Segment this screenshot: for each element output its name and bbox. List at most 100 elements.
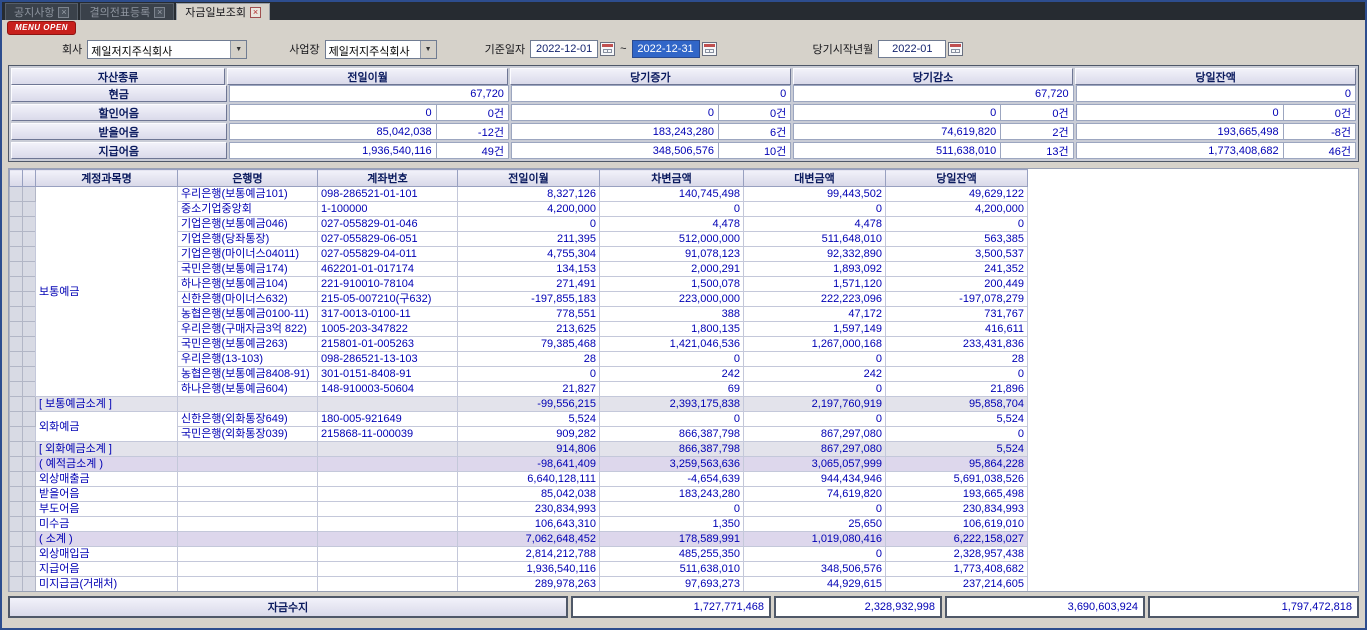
cell-bal[interactable]: 1,773,408,682	[886, 562, 1028, 577]
row-indicator[interactable]	[23, 532, 36, 547]
cell-credit[interactable]: 242	[744, 367, 886, 382]
cell-bank[interactable]: 기업은행(마이너스04011)	[178, 247, 318, 262]
cell-prev[interactable]: 6,640,128,111	[458, 472, 600, 487]
cell-debit[interactable]: 242	[600, 367, 744, 382]
tab-voucher-entry[interactable]: 결의전표등록 ×	[80, 3, 174, 20]
cell-debit[interactable]: 4,478	[600, 217, 744, 232]
cell-account[interactable]: 지급어음	[36, 562, 178, 577]
row-indicator[interactable]	[23, 247, 36, 262]
cell-acct[interactable]: 1005-203-347822	[318, 322, 458, 337]
chevron-down-icon[interactable]: ▼	[420, 41, 436, 58]
row-indicator[interactable]	[10, 247, 23, 262]
cell-debit[interactable]: 866,387,798	[600, 427, 744, 442]
cell-debit[interactable]: 140,745,498	[600, 187, 744, 202]
cell-credit[interactable]: 867,297,080	[744, 442, 886, 457]
cell-prev[interactable]: 909,282	[458, 427, 600, 442]
cell-acct[interactable]: 027-055829-06-051	[318, 232, 458, 247]
row-indicator[interactable]	[23, 262, 36, 277]
cell-acct[interactable]: 221-910010-78104	[318, 277, 458, 292]
cell-acct[interactable]: 027-055829-04-011	[318, 247, 458, 262]
cell-credit[interactable]: 47,172	[744, 307, 886, 322]
cell-prev[interactable]: -99,556,215	[458, 397, 600, 412]
cell-debit[interactable]: 223,000,000	[600, 292, 744, 307]
cell-prev[interactable]: 106,643,310	[458, 517, 600, 532]
cell-credit[interactable]: 1,019,080,416	[744, 532, 886, 547]
cell-acct[interactable]	[318, 517, 458, 532]
row-indicator[interactable]	[23, 307, 36, 322]
cell-account[interactable]: 외상매출금	[36, 472, 178, 487]
cell-debit[interactable]: 3,259,563,636	[600, 457, 744, 472]
chevron-down-icon[interactable]: ▼	[230, 41, 246, 58]
row-indicator[interactable]	[10, 547, 23, 562]
row-indicator[interactable]	[10, 337, 23, 352]
cell-bal[interactable]: 0	[886, 367, 1028, 382]
cell-credit[interactable]: 3,065,057,999	[744, 457, 886, 472]
cell-bank[interactable]: 신한은행(외화통장649)	[178, 412, 318, 427]
cell-bal[interactable]: 6,222,158,027	[886, 532, 1028, 547]
cell-acct[interactable]: 027-055829-01-046	[318, 217, 458, 232]
cell-bal[interactable]: 0	[886, 427, 1028, 442]
cell-acct[interactable]	[318, 397, 458, 412]
row-indicator[interactable]	[10, 322, 23, 337]
cell-bank[interactable]: 우리은행(보통예금101)	[178, 187, 318, 202]
cell-bal[interactable]: 5,691,038,526	[886, 472, 1028, 487]
cell-bal[interactable]: 28	[886, 352, 1028, 367]
close-icon[interactable]: ×	[58, 7, 69, 18]
cell-bank[interactable]	[178, 442, 318, 457]
cell-bank[interactable]	[178, 487, 318, 502]
row-indicator[interactable]	[10, 307, 23, 322]
cell-prev[interactable]: 85,042,038	[458, 487, 600, 502]
cell-bank[interactable]: 국민은행(보통예금263)	[178, 337, 318, 352]
cell-credit[interactable]: 0	[744, 352, 886, 367]
cell-acct[interactable]	[318, 577, 458, 592]
row-indicator[interactable]	[23, 427, 36, 442]
cell-bal[interactable]: 21,896	[886, 382, 1028, 397]
cell-bank[interactable]: 농협은행(보통예금0100-11)	[178, 307, 318, 322]
row-indicator[interactable]	[23, 517, 36, 532]
cell-prev[interactable]: 271,491	[458, 277, 600, 292]
start-month-input[interactable]: 2022-01	[878, 40, 946, 58]
cell-debit[interactable]: 1,421,046,536	[600, 337, 744, 352]
row-indicator[interactable]	[23, 367, 36, 382]
row-indicator[interactable]	[23, 277, 36, 292]
cell-account[interactable]: 부도어음	[36, 502, 178, 517]
calendar-icon[interactable]	[600, 42, 615, 56]
row-indicator[interactable]	[23, 412, 36, 427]
row-indicator[interactable]	[23, 292, 36, 307]
cell-bank[interactable]	[178, 457, 318, 472]
cell-debit[interactable]: 0	[600, 502, 744, 517]
cell-debit[interactable]: 2,000,291	[600, 262, 744, 277]
cell-account[interactable]: 미지급금(거래처)	[36, 577, 178, 592]
row-indicator[interactable]	[10, 427, 23, 442]
row-indicator[interactable]	[23, 202, 36, 217]
cell-debit[interactable]: -4,654,639	[600, 472, 744, 487]
cell-acct[interactable]: 180-005-921649	[318, 412, 458, 427]
row-indicator[interactable]	[10, 577, 23, 592]
cell-acct[interactable]: 148-910003-50604	[318, 382, 458, 397]
cell-prev[interactable]: 211,395	[458, 232, 600, 247]
cell-account[interactable]: 미수금	[36, 517, 178, 532]
site-select[interactable]: 제일저지주식회사 ▼	[325, 40, 437, 59]
cell-acct[interactable]: 462201-01-017174	[318, 262, 458, 277]
cell-account[interactable]: 보통예금	[36, 187, 178, 397]
cell-acct[interactable]: 215801-01-005263	[318, 337, 458, 352]
cell-bal[interactable]: 200,449	[886, 277, 1028, 292]
row-indicator[interactable]	[10, 367, 23, 382]
cell-credit[interactable]: 0	[744, 412, 886, 427]
cell-account[interactable]: 받을어음	[36, 487, 178, 502]
calendar-icon[interactable]	[948, 42, 963, 56]
cell-credit[interactable]: 1,893,092	[744, 262, 886, 277]
cell-prev[interactable]: 79,385,468	[458, 337, 600, 352]
cell-bal[interactable]: 49,629,122	[886, 187, 1028, 202]
cell-acct[interactable]: 215-05-007210(구632)	[318, 292, 458, 307]
row-indicator[interactable]	[23, 472, 36, 487]
row-indicator[interactable]	[23, 577, 36, 592]
cell-debit[interactable]: 97,693,273	[600, 577, 744, 592]
cell-bal[interactable]: 233,431,836	[886, 337, 1028, 352]
row-indicator[interactable]	[23, 352, 36, 367]
cell-acct[interactable]: 098-286521-13-103	[318, 352, 458, 367]
cell-bank[interactable]	[178, 532, 318, 547]
cell-bank[interactable]: 국민은행(보통예금174)	[178, 262, 318, 277]
cell-bal[interactable]: 4,200,000	[886, 202, 1028, 217]
cell-acct[interactable]	[318, 562, 458, 577]
